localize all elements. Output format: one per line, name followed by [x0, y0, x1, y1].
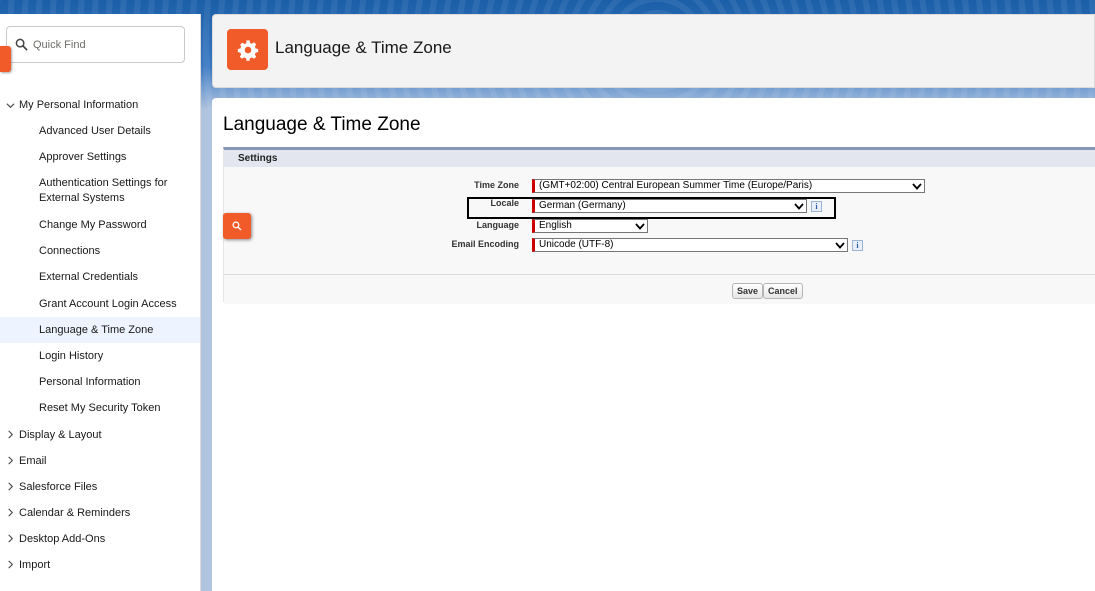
save-button[interactable]: Save	[732, 283, 764, 299]
chevron-down-icon	[633, 222, 647, 230]
nav-item-authentication-settings[interactable]: Authentication Settings for External Sys…	[0, 170, 200, 212]
sidebar-collapse-tab[interactable]	[0, 46, 11, 72]
nav-item-label: Authentication Settings for External Sys…	[39, 177, 168, 205]
chevron-right-icon	[5, 456, 15, 466]
chevron-down-icon	[910, 182, 924, 190]
nav-group-calendar-reminders[interactable]: Calendar & Reminders	[0, 500, 200, 526]
nav-group-desktop-add-ons[interactable]: Desktop Add-Ons	[0, 526, 200, 552]
nav-group-import[interactable]: Import	[0, 552, 200, 578]
time-zone-row: Time Zone (GMT+02:00) Central European S…	[224, 179, 1084, 195]
nav-group-label: My Personal Information	[19, 99, 139, 111]
nav-group-email[interactable]: Email	[0, 448, 200, 474]
email-encoding-select[interactable]: Unicode (UTF-8)	[532, 238, 848, 252]
page-title: Language & Time Zone	[223, 114, 421, 135]
email-encoding-row: Email Encoding Unicode (UTF-8) i	[224, 238, 1084, 254]
setup-sidebar: My Personal Information Advanced User De…	[0, 14, 201, 591]
nav-item-change-my-password[interactable]: Change My Password	[0, 212, 200, 238]
nav-item-approver-settings[interactable]: Approver Settings	[0, 144, 200, 170]
language-select[interactable]: English	[532, 219, 648, 233]
language-label: Language	[476, 220, 519, 230]
nav-item-language-time-zone[interactable]: Language & Time Zone	[0, 317, 200, 344]
language-value: English	[539, 220, 572, 231]
time-zone-label: Time Zone	[474, 180, 519, 190]
language-row: Language English	[224, 219, 1084, 235]
time-zone-value: (GMT+02:00) Central European Summer Time…	[539, 180, 813, 191]
cancel-button[interactable]: Cancel	[763, 283, 803, 299]
nav-item-connections[interactable]: Connections	[0, 239, 200, 265]
setup-nav-tree: My Personal Information Advanced User De…	[0, 92, 200, 578]
page-header: Language & Time Zone	[212, 14, 1095, 88]
nav-group-display-layout[interactable]: Display & Layout	[0, 422, 200, 448]
chevron-right-icon	[5, 560, 15, 570]
nav-group-my-personal-information[interactable]: My Personal Information	[0, 92, 200, 118]
floating-search-tab[interactable]	[223, 213, 251, 239]
header-title: Language & Time Zone	[275, 38, 452, 57]
nav-item-grant-account-login-access[interactable]: Grant Account Login Access	[0, 291, 200, 317]
nav-item-external-credentials[interactable]: External Credentials	[0, 265, 200, 291]
chevron-right-icon	[5, 430, 15, 440]
quick-find-box[interactable]	[6, 26, 185, 63]
nav-group-label: Email	[19, 454, 47, 467]
nav-item-advanced-user-details[interactable]: Advanced User Details	[0, 118, 200, 144]
nav-group-salesforce-files[interactable]: Salesforce Files	[0, 474, 200, 500]
chevron-right-icon	[5, 508, 15, 518]
nav-item-login-history[interactable]: Login History	[0, 343, 200, 369]
info-icon[interactable]: i	[852, 240, 863, 251]
nav-item-personal-information[interactable]: Personal Information	[0, 370, 200, 396]
nav-group-label: Salesforce Files	[19, 480, 98, 493]
nav-group-label: Display & Layout	[19, 428, 102, 441]
main-content: Language & Time Zone Settings Time Zone …	[212, 98, 1095, 591]
nav-group-label: Calendar & Reminders	[19, 506, 131, 519]
form-footer: Save Cancel	[224, 274, 1095, 304]
gear-icon	[227, 29, 268, 70]
nav-group-label: Import	[19, 558, 51, 571]
settings-panel: Settings Time Zone (GMT+02:00) Central E…	[223, 147, 1095, 304]
email-encoding-label: Email Encoding	[451, 239, 519, 249]
section-header: Settings	[224, 150, 1095, 167]
nav-item-reset-security-token[interactable]: Reset My Security Token	[0, 396, 200, 422]
email-encoding-value: Unicode (UTF-8)	[539, 239, 614, 250]
locale-highlight-box	[467, 197, 836, 219]
time-zone-select[interactable]: (GMT+02:00) Central European Summer Time…	[532, 179, 925, 193]
nav-group-label: Desktop Add-Ons	[19, 532, 106, 545]
search-icon	[15, 38, 28, 51]
chevron-right-icon	[5, 482, 15, 492]
settings-form: Time Zone (GMT+02:00) Central European S…	[224, 167, 1095, 273]
quick-find-input[interactable]	[33, 37, 178, 53]
search-icon	[232, 221, 242, 231]
chevron-right-icon	[5, 534, 15, 544]
chevron-down-icon	[5, 100, 15, 110]
chevron-down-icon	[833, 241, 847, 249]
